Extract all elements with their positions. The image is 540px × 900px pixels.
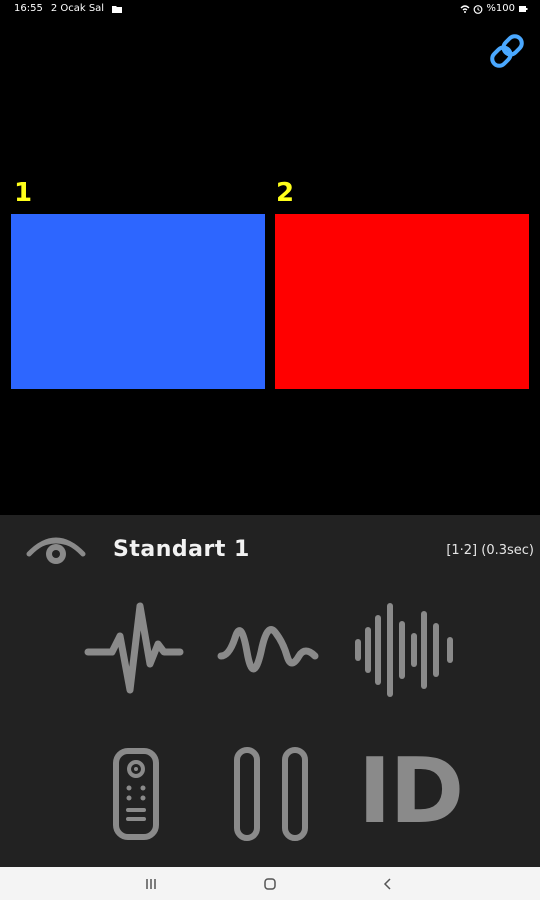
battery-icon [519, 5, 528, 12]
id-button[interactable]: ID [358, 742, 464, 842]
alarm-icon [474, 4, 483, 14]
navigation-bar [0, 867, 540, 900]
status-time: 16:55 [14, 3, 43, 14]
back-icon[interactable] [378, 875, 398, 893]
panel-1-label: 1 [14, 178, 33, 208]
battery-text: %100 [486, 3, 515, 14]
panel-1[interactable] [11, 214, 265, 389]
app-screen: 16:55 2 Ocak Sal %100 1 2 Standart 1 [1·… [0, 0, 540, 900]
recent-apps-icon[interactable] [141, 875, 161, 893]
soundwave-icon[interactable] [353, 600, 457, 700]
panel-2[interactable] [275, 214, 529, 389]
mode-title: Standart 1 [113, 537, 250, 562]
pause-icon[interactable] [232, 746, 310, 842]
wave-icon[interactable] [217, 612, 321, 692]
eye-icon[interactable] [26, 528, 86, 572]
folder-icon [112, 5, 123, 13]
home-icon[interactable] [260, 875, 280, 893]
status-bar: 16:55 2 Ocak Sal %100 [0, 0, 540, 20]
mode-info: [1·2] (0.3sec) [446, 543, 534, 558]
heartbeat-icon[interactable] [84, 600, 184, 700]
remote-icon[interactable] [112, 748, 160, 840]
status-date: 2 Ocak Sal [50, 3, 105, 14]
wifi-icon [460, 4, 470, 13]
panel-2-label: 2 [276, 178, 295, 208]
link-icon[interactable] [486, 30, 528, 72]
